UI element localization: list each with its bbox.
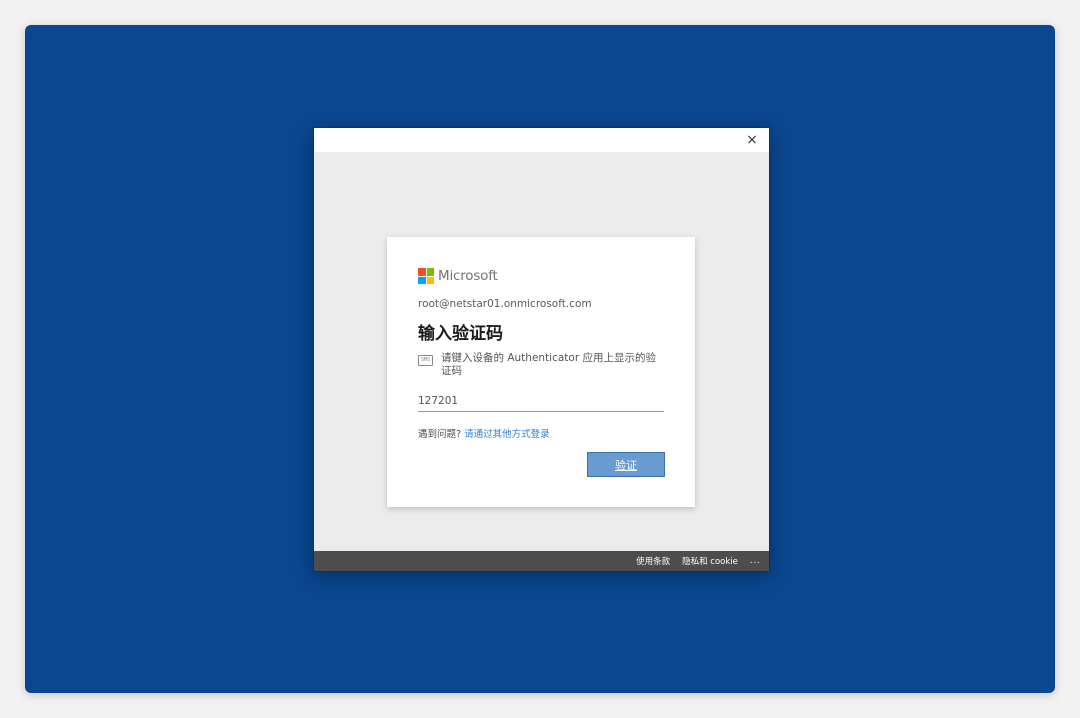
privacy-cookies-link[interactable]: 隐私和 cookie <box>682 555 738 567</box>
logo-square-green <box>426 268 434 276</box>
dialog-footer: 使用条款 隐私和 cookie ... <box>314 551 769 571</box>
terms-of-use-link[interactable]: 使用条款 <box>636 555 670 567</box>
close-button[interactable]: × <box>743 130 761 150</box>
logo-square-red <box>418 268 426 276</box>
account-email: root@netstar01.onmicrosoft.com <box>418 298 592 310</box>
instruction-row: SMS 请键入设备的 Authenticator 应用上显示的验证码 <box>418 352 663 378</box>
logo-square-blue <box>418 276 426 284</box>
logo-square-yellow <box>426 276 434 284</box>
dialog-titlebar: × <box>314 128 769 152</box>
verification-code-input[interactable] <box>418 391 664 412</box>
verify-button[interactable]: 验证 <box>587 452 665 477</box>
microsoft-logo-icon <box>418 268 434 284</box>
instruction-text: 请键入设备的 Authenticator 应用上显示的验证码 <box>441 352 656 377</box>
microsoft-logo: Microsoft <box>418 266 498 286</box>
signin-card: Microsoft root@netstar01.onmicrosoft.com… <box>387 237 695 507</box>
help-prefix: 遇到问题? <box>418 429 462 440</box>
sms-icon: SMS <box>418 355 433 366</box>
sign-in-another-way-link[interactable]: 请通过其他方式登录 <box>464 429 550 440</box>
page-title: 输入验证码 <box>418 324 503 344</box>
auth-dialog: × Microsoft root@netstar01.onmicrosoft.c… <box>314 128 769 571</box>
help-row: 遇到问题? 请通过其他方式登录 <box>418 426 550 440</box>
more-options-button[interactable]: ... <box>750 556 761 566</box>
brand-name: Microsoft <box>438 268 498 284</box>
